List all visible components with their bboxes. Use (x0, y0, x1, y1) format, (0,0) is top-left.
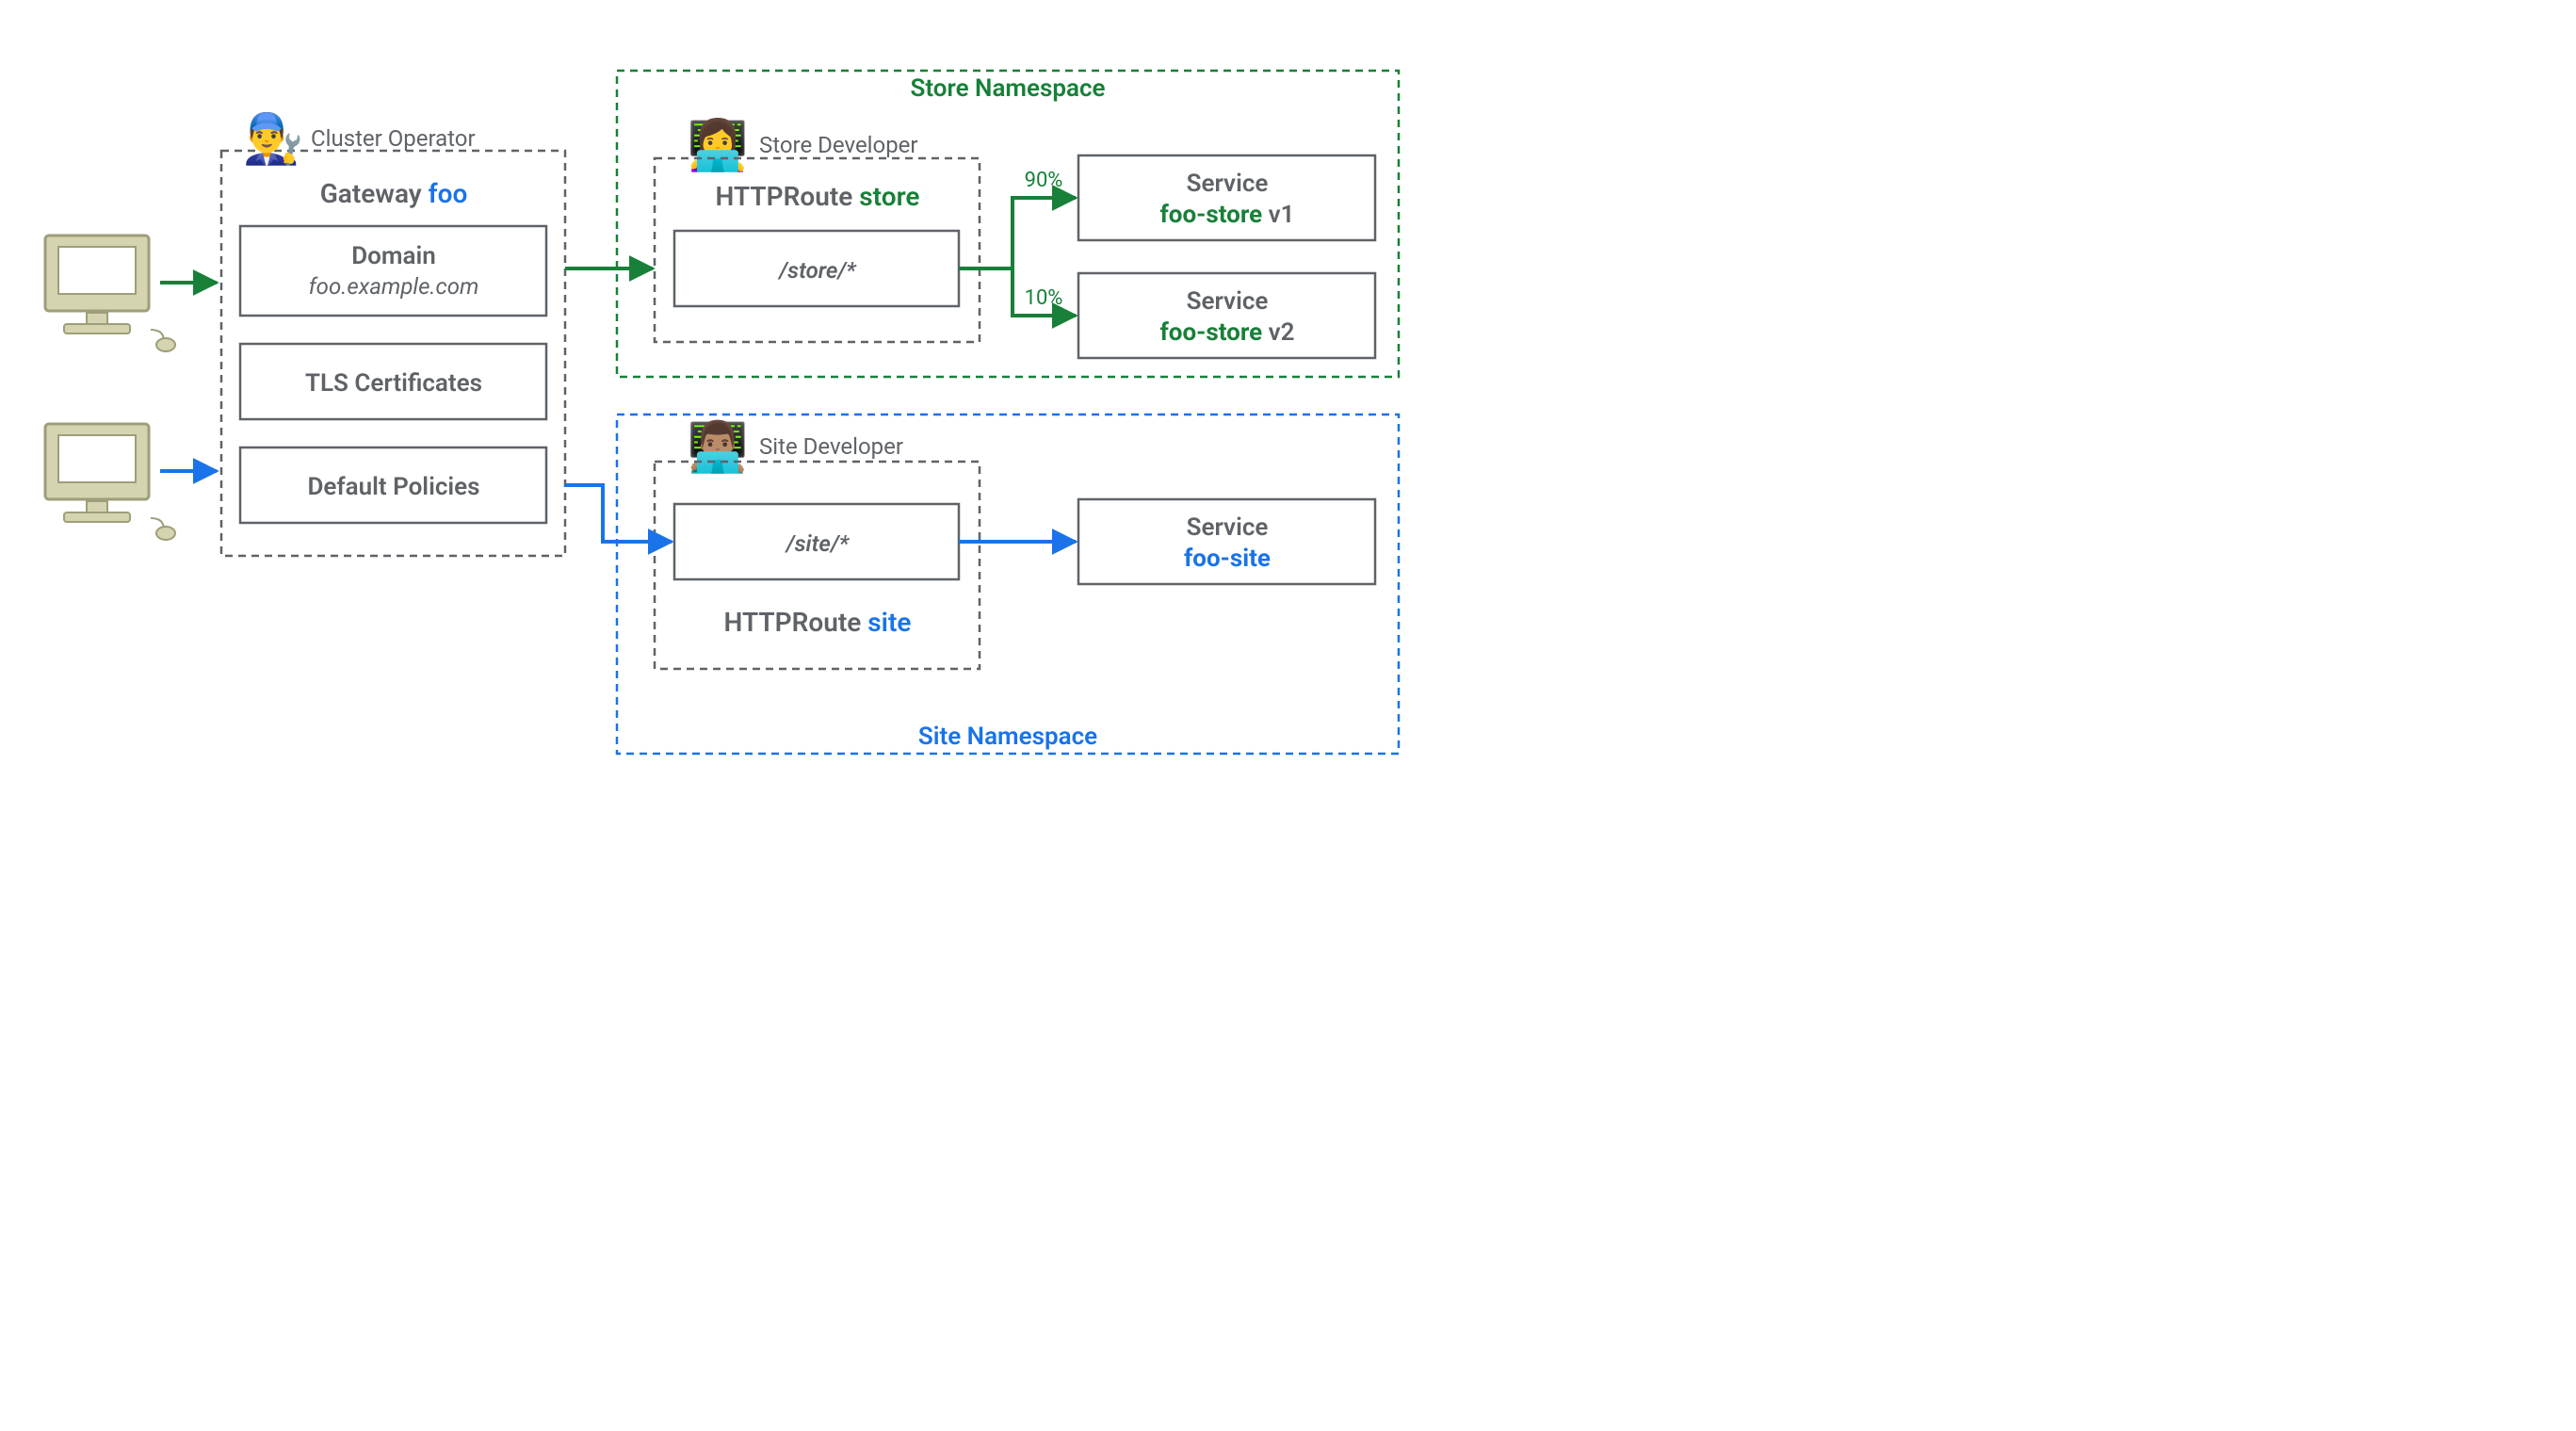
service-foo-site-name: foo-site (1184, 545, 1271, 573)
gateway-title: Gateway foo (320, 178, 468, 209)
site-namespace-label: Site Namespace (918, 723, 1097, 751)
cluster-operator-label: Cluster Operator (311, 125, 476, 152)
diagram-canvas: 👨‍🔧 Cluster Operator Gateway foo Domain … (0, 0, 1432, 791)
tls-label: TLS Certificates (305, 369, 482, 398)
site-path-value: /site/* (785, 530, 851, 557)
store-developer-label: Store Developer (759, 132, 918, 158)
service-foo-store-v2-name: foo-store v2 (1159, 318, 1294, 347)
service-foo-store-v1-name: foo-store v1 (1159, 201, 1294, 229)
httproute-site-title: HTTPRoute site (724, 607, 912, 638)
store-namespace-label: Store Namespace (910, 74, 1105, 103)
domain-label: Domain (351, 242, 435, 270)
mechanic-emoji-icon: 👨‍🔧 (243, 110, 304, 168)
service-label: Service (1187, 170, 1269, 198)
policies-label: Default Policies (307, 473, 479, 501)
store-path-value: /store/* (777, 257, 857, 284)
service-label: Service (1187, 513, 1269, 542)
domain-value: foo.example.com (309, 273, 479, 300)
arrow-store-route-to-v1 (959, 198, 1076, 268)
technologist-emoji-icon: 👨🏽‍💻 (688, 418, 749, 476)
technologist-emoji-icon: 👩‍💻 (688, 117, 749, 174)
service-label: Service (1187, 287, 1269, 316)
httproute-store-title: HTTPRoute store (716, 181, 920, 212)
client-computer-icon (45, 236, 175, 351)
client-computer-icon (45, 424, 175, 540)
traffic-split-10: 10% (1025, 286, 1063, 310)
site-developer-label: Site Developer (759, 433, 903, 460)
gateway-domain-box (240, 226, 546, 316)
traffic-split-90: 90% (1025, 169, 1063, 192)
